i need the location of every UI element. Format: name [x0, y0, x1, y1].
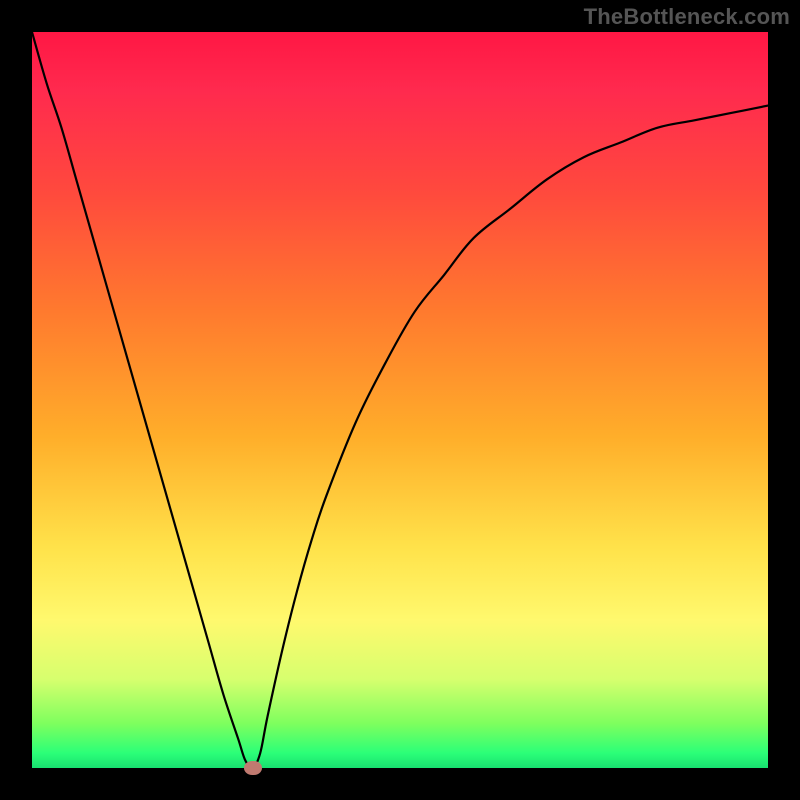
bottleneck-curve — [32, 32, 768, 768]
attribution-text: TheBottleneck.com — [584, 4, 790, 30]
chart-frame: TheBottleneck.com — [0, 0, 800, 800]
curve-svg — [32, 32, 768, 768]
plot-area — [32, 32, 768, 768]
optimum-marker — [244, 761, 262, 775]
